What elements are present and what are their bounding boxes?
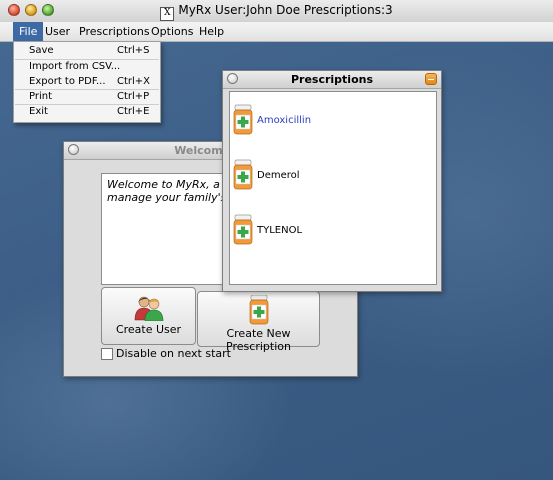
prescriptions-list: Amoxicillin Demerol TYLENOL: [229, 91, 437, 285]
prescriptions-close-button[interactable]: [227, 73, 238, 84]
pill-bottle-icon: [249, 295, 269, 325]
menu-options[interactable]: Options: [145, 22, 199, 41]
menu-item-print[interactable]: Print Ctrl+P: [14, 89, 160, 104]
menu-user[interactable]: User: [39, 22, 76, 41]
menu-item-shortcut: Ctrl+X: [117, 76, 151, 87]
file-menu-dropdown: Save Ctrl+S Import from CSV... Export to…: [13, 41, 161, 123]
menu-item-shortcut: Ctrl+P: [117, 91, 150, 102]
window-title: X MyRx User:John Doe Prescriptions:3: [0, 3, 553, 21]
prescription-item-tylenol[interactable]: TYLENOL: [230, 214, 436, 248]
prescription-name: Amoxicillin: [257, 115, 312, 126]
menu-bar: File User Prescriptions Options Help: [0, 22, 553, 42]
menu-help[interactable]: Help: [193, 22, 230, 41]
prescription-item-amoxicillin[interactable]: Amoxicillin: [230, 104, 436, 138]
x11-app-icon: X: [160, 7, 175, 21]
menu-item-label: Exit: [29, 106, 48, 117]
menu-item-label: Export to PDF...: [29, 76, 106, 87]
prescriptions-minimize-button[interactable]: [425, 73, 437, 85]
prescription-item-demerol[interactable]: Demerol: [230, 159, 436, 193]
menu-prescriptions[interactable]: Prescriptions: [73, 22, 156, 41]
users-icon: [134, 296, 164, 321]
window-title-bar: X MyRx User:John Doe Prescriptions:3: [0, 0, 553, 23]
menu-item-label: Save: [29, 45, 54, 56]
prescriptions-window: Prescriptions Amoxicillin Demerol TYLENO…: [222, 70, 442, 292]
menu-item-import-csv[interactable]: Import from CSV...: [14, 59, 160, 74]
create-prescription-button[interactable]: Create New Prescription: [197, 291, 320, 353]
window-title-text: MyRx User:John Doe Prescriptions:3: [178, 3, 393, 17]
menu-item-label: Print: [29, 91, 53, 102]
create-user-button[interactable]: Create User: [101, 287, 196, 345]
disable-on-start-checkbox[interactable]: [101, 348, 113, 360]
menu-item-save[interactable]: Save Ctrl+S: [14, 43, 160, 58]
prescription-name: TYLENOL: [257, 225, 303, 236]
prescription-name: Demerol: [257, 170, 300, 181]
menu-item-exit[interactable]: Exit Ctrl+E: [14, 104, 160, 119]
create-user-label: Create User: [115, 323, 182, 336]
prescriptions-window-title-bar: Prescriptions: [223, 71, 441, 89]
welcome-close-button[interactable]: [68, 144, 79, 155]
prescriptions-window-title: Prescriptions: [290, 73, 374, 86]
menu-item-shortcut: Ctrl+E: [117, 106, 150, 117]
menu-item-export-pdf[interactable]: Export to PDF... Ctrl+X: [14, 74, 160, 89]
pill-bottle-icon: [233, 214, 253, 245]
disable-on-start-label: Disable on next start: [116, 347, 231, 360]
pill-bottle-icon: [233, 159, 253, 190]
menu-item-shortcut: Ctrl+S: [117, 45, 150, 56]
menu-item-label: Import from CSV...: [29, 61, 121, 72]
pill-bottle-icon: [233, 104, 253, 135]
